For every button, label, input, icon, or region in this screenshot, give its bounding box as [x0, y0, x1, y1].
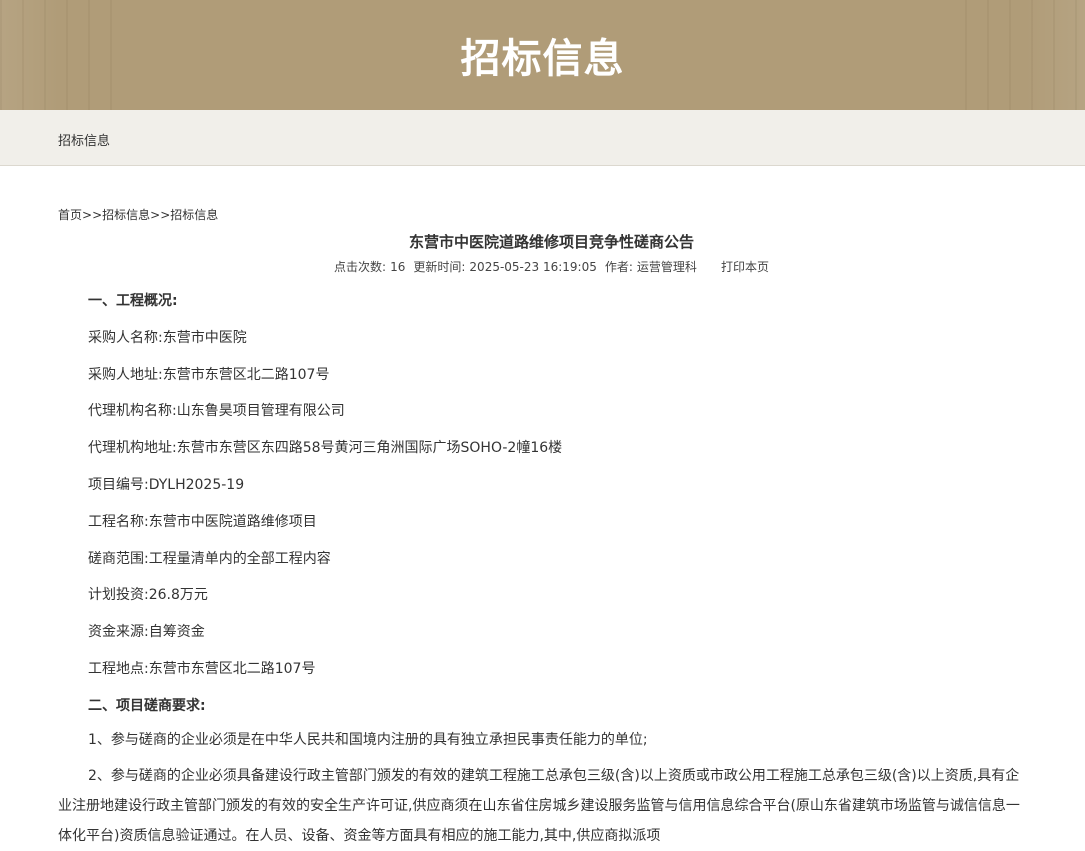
print-page-link[interactable]: 打印本页: [721, 260, 769, 274]
clicks-value: 16: [390, 260, 406, 274]
info-line: 项目编号:DYLH2025-19: [88, 477, 245, 493]
header-banner: 招标信息: [0, 0, 1085, 110]
requirement-paragraph: 1、参与磋商的企业必须是在中华人民共和国境内注册的具有独立承担民事责任能力的单位…: [88, 732, 648, 748]
section-bar: 招标信息: [0, 110, 1085, 166]
info-line: 资金来源:自筹资金: [88, 624, 205, 640]
section-heading-requirements: 二、项目磋商要求:: [88, 698, 206, 714]
breadcrumb-separator: >>: [150, 208, 171, 222]
breadcrumb: 首页>>招标信息>>招标信息: [58, 206, 218, 223]
section-heading-overview: 一、工程概况:: [88, 293, 178, 309]
article-title: 东营市中医院道路维修项目竞争性磋商公告: [408, 233, 694, 251]
article-meta: 点击次数: 16 更新时间: 2025-05-23 16:19:05 作者: 运营管理科 打…: [0, 258, 1085, 275]
info-line: 代理机构名称:山东鲁昊项目管理有限公司: [88, 403, 345, 419]
breadcrumb-level2-link[interactable]: 招标信息: [170, 208, 218, 222]
info-line: 工程地点:东营市东营区北二路107号: [88, 661, 316, 677]
breadcrumb-level1-link[interactable]: 招标信息: [102, 208, 150, 222]
requirement-paragraph: 2、参与磋商的企业必须具备建设行政主管部门颁发的有效的建筑工程施工总承包三级(含…: [58, 768, 1020, 844]
info-line: 采购人名称:东营市中医院: [88, 330, 247, 346]
breadcrumb-separator: >>: [82, 208, 103, 222]
banner-title: 招标信息: [460, 36, 625, 82]
updated-label: 更新时间:: [413, 260, 466, 274]
info-line: 磋商范围:工程量清单内的全部工程内容: [88, 551, 331, 567]
clicks-label: 点击次数:: [334, 260, 387, 274]
info-line: 计划投资:26.8万元: [88, 587, 208, 603]
info-line: 采购人地址:东营市东营区北二路107号: [88, 367, 330, 383]
author-label: 作者:: [604, 260, 633, 274]
updated-value: 2025-05-23 16:19:05: [469, 260, 597, 274]
breadcrumb-home-link[interactable]: 首页: [58, 208, 82, 222]
info-line: 工程名称:东营市中医院道路维修项目: [88, 514, 317, 530]
section-label[interactable]: 招标信息: [58, 130, 110, 149]
author-value: 运营管理科: [636, 260, 697, 274]
info-line: 代理机构地址:东营市东营区东四路58号黄河三角洲国际广场SOHO-2幢16楼: [88, 440, 563, 456]
